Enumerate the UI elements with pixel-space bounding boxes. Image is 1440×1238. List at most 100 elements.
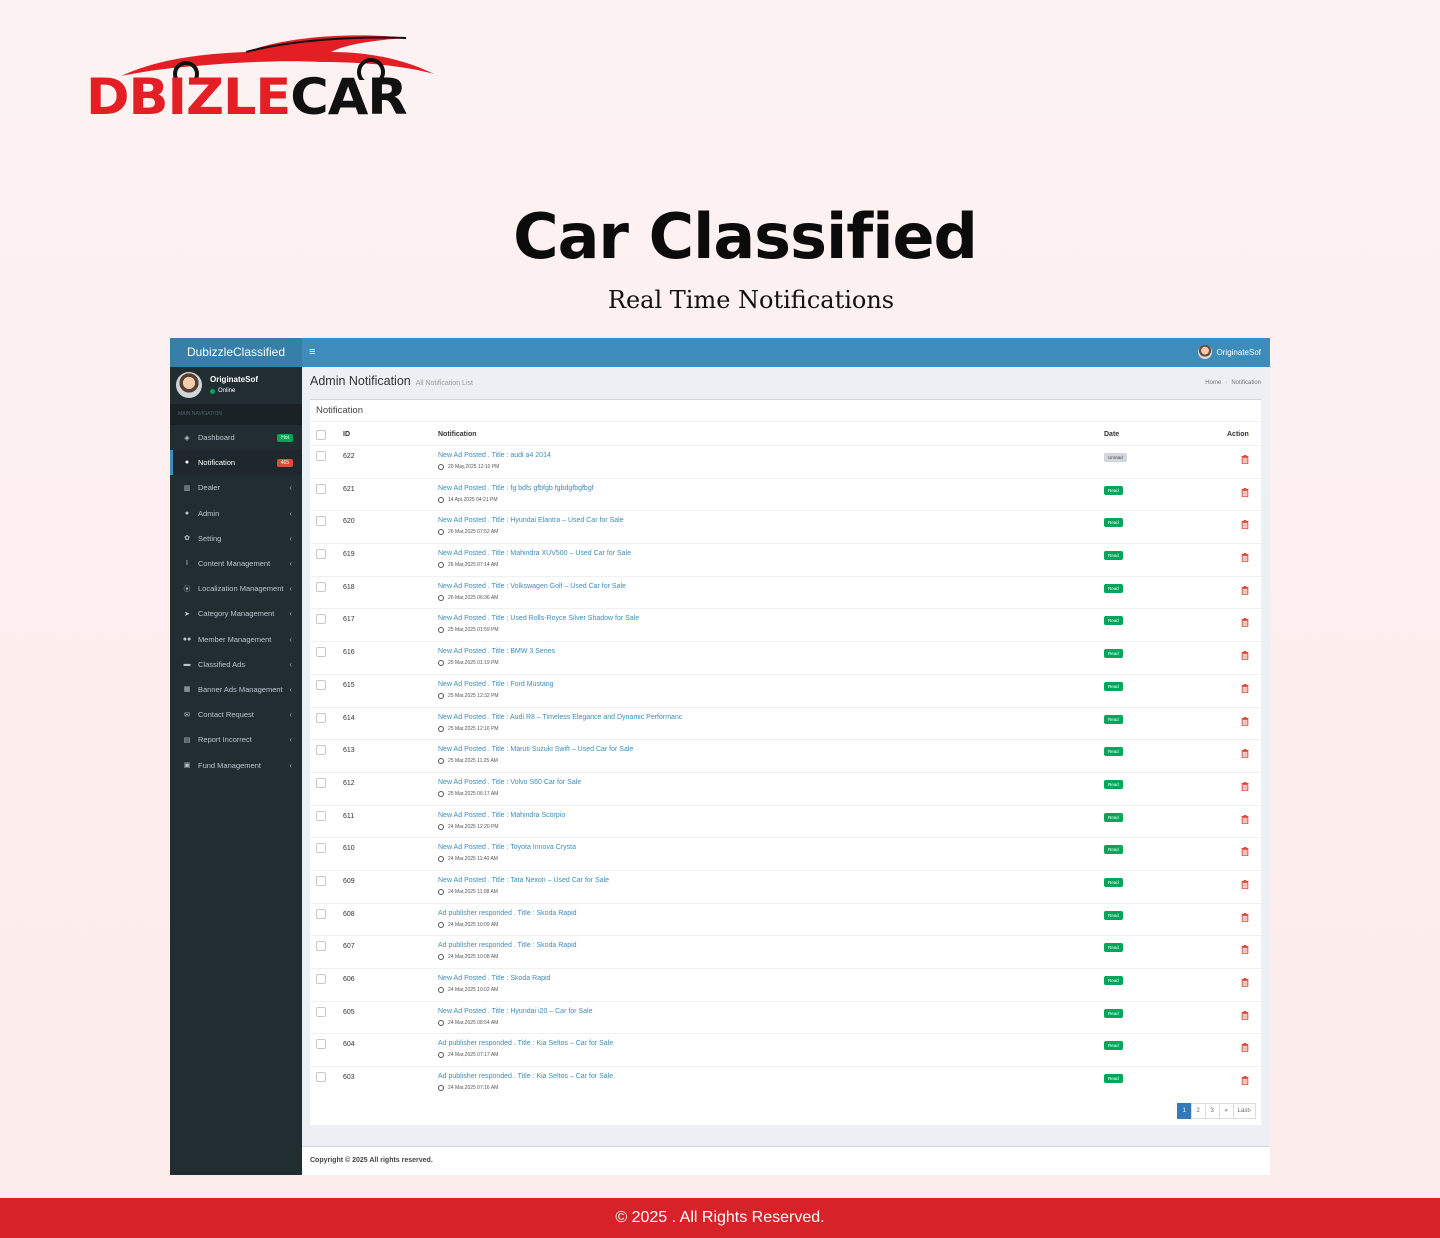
row-checkbox[interactable]	[316, 974, 326, 984]
notification-link[interactable]: Ad publisher responded . Title : Kia Sel…	[438, 1073, 613, 1080]
notification-link[interactable]: New Ad Posted . Title : BMW 3 Series	[438, 648, 555, 655]
notification-link[interactable]: New Ad Posted . Title : Hyundai Elantra …	[438, 517, 624, 524]
trash-icon[interactable]	[1241, 647, 1249, 665]
sidebar-item-fund-management[interactable]: ▣ Fund Management ‹	[170, 752, 302, 777]
notification-time-label: 25 Mar,2025 12:16 PM	[448, 725, 499, 732]
trash-icon[interactable]	[1241, 1072, 1249, 1090]
trash-icon[interactable]	[1241, 484, 1249, 502]
pagination-item[interactable]: 1	[1176, 1103, 1192, 1119]
notification-link[interactable]: New Ad Posted . Title : Mahindra Scorpio	[438, 812, 565, 819]
user-icon: ●	[184, 509, 190, 517]
row-checkbox[interactable]	[316, 745, 326, 756]
row-checkbox[interactable]	[316, 843, 326, 854]
trash-icon[interactable]	[1241, 941, 1249, 959]
notification-link[interactable]: New Ad Posted . Title : Mahindra XUV500 …	[438, 550, 631, 557]
notification-link[interactable]: New Ad Posted . Title : Tata Nexon – Use…	[438, 877, 609, 884]
sidebar-item-admin[interactable]: ● Admin ‹	[170, 501, 302, 526]
notification-link[interactable]: New Ad Posted . Title : Volvo S60 Car fo…	[438, 779, 581, 786]
sidebar-item-report-incorrect[interactable]: ▤ Report Incorrect ‹	[170, 727, 302, 752]
trash-icon[interactable]	[1241, 516, 1249, 534]
breadcrumb-home[interactable]: Home	[1205, 380, 1221, 386]
trash-icon[interactable]	[1241, 745, 1249, 763]
trash-icon[interactable]	[1241, 843, 1249, 861]
trash-icon[interactable]	[1241, 549, 1249, 567]
trash-icon[interactable]	[1241, 974, 1249, 992]
pagination-item[interactable]: 2	[1190, 1103, 1206, 1119]
table-row: 605 New Ad Posted . Title : Hyundai i20 –…	[310, 1000, 1261, 1034]
sidebar-item-dealer[interactable]: ▥ Dealer ‹	[170, 475, 302, 500]
pagination-item[interactable]: 3	[1204, 1103, 1220, 1119]
notification-link[interactable]: New Ad Posted . Title : Used Rolls-Royce…	[438, 615, 639, 622]
trash-icon[interactable]	[1241, 451, 1249, 469]
clock-icon	[438, 954, 444, 961]
trash-icon[interactable]	[1241, 713, 1249, 731]
notification-link[interactable]: New Ad Posted . Title : Maruti Suzuki Sw…	[438, 746, 633, 753]
page-subtitle: All Notification List	[415, 380, 473, 387]
notification-time: 24 Mar,2025 12:20 PM	[438, 823, 499, 830]
notification-link[interactable]: New Ad Posted . Title : Hyundai i20 – Ca…	[438, 1008, 592, 1015]
row-checkbox[interactable]	[316, 679, 326, 690]
notification-link[interactable]: New Ad Posted . Title : audi a4 2014	[438, 452, 551, 459]
sidebar-item-content-management[interactable]: I Content Management ‹	[170, 551, 302, 576]
row-checkbox[interactable]	[316, 1039, 326, 1050]
notification-time: 26 Mar,2025 06:36 AM	[438, 594, 498, 601]
row-checkbox[interactable]	[316, 810, 326, 821]
notification-link[interactable]: Ad publisher responded . Title : Skoda R…	[438, 910, 577, 917]
hamburger-icon[interactable]: ≡	[309, 338, 315, 367]
notification-link[interactable]: Ad publisher responded . Title : Skoda R…	[438, 942, 577, 949]
notification-link[interactable]: New Ad Posted . Title : Ford Mustang	[438, 681, 554, 688]
sidebar-item-banner-ads-management[interactable]: ▦ Banner Ads Management ‹	[170, 677, 302, 702]
trash-icon[interactable]	[1241, 909, 1249, 927]
row-checkbox[interactable]	[316, 549, 326, 560]
row-id: 621	[343, 485, 355, 493]
row-checkbox[interactable]	[316, 614, 326, 625]
row-checkbox[interactable]	[316, 516, 326, 527]
row-id: 604	[343, 1041, 355, 1049]
clock-icon	[438, 856, 444, 863]
notification-link[interactable]: New Ad Posted . Title : Audi R8 – Timele…	[438, 714, 682, 721]
trash-icon[interactable]	[1241, 1007, 1249, 1025]
clock-icon	[438, 921, 444, 928]
trash-icon[interactable]	[1241, 876, 1249, 894]
top-user-menu[interactable]: OriginateSof	[1197, 345, 1261, 359]
notification-link[interactable]: New Ad Posted . Title : Volkswagen Golf …	[438, 583, 626, 590]
row-checkbox[interactable]	[316, 451, 326, 461]
row-checkbox[interactable]	[316, 908, 326, 919]
sidebar-item-member-management[interactable]: ●● Member Management ‹	[170, 627, 302, 652]
notification-link[interactable]: Ad publisher responded . Title : Kia Sel…	[438, 1040, 613, 1047]
row-checkbox[interactable]	[316, 875, 326, 886]
select-all-checkbox[interactable]	[316, 430, 326, 440]
content-header: Admin Notification All Notification List	[310, 374, 473, 388]
row-checkbox[interactable]	[316, 941, 326, 952]
trash-icon[interactable]	[1241, 582, 1249, 600]
trash-icon[interactable]	[1241, 680, 1249, 698]
trash-icon[interactable]	[1241, 1039, 1249, 1057]
sidebar-item-contact-request[interactable]: ✉ Contact Request ‹	[170, 702, 302, 727]
notification-time-label: 26 Mar,2025 07:52 AM	[448, 529, 499, 536]
sidebar-item-localization-management[interactable]: ⦿ Localization Management ‹	[170, 576, 302, 601]
status-badge: Read	[1104, 943, 1123, 953]
sidebar-item-notification[interactable]: ● Notification 465	[170, 450, 302, 476]
sidebar-item-dashboard[interactable]: ◈ Dashboard Hot	[170, 425, 302, 450]
sidebar-item-category-management[interactable]: ➤ Category Management ‹	[170, 601, 302, 626]
admin-app-name[interactable]: DubizzleClassified	[170, 338, 302, 367]
notification-link[interactable]: New Ad Posted . Title : Skoda Rapid	[438, 975, 550, 982]
row-checkbox[interactable]	[316, 712, 326, 723]
row-checkbox[interactable]	[316, 483, 326, 494]
table-row: 619 New Ad Posted . Title : Mahindra XUV5…	[310, 543, 1261, 576]
notification-link[interactable]: New Ad Posted . Title : Toyota Innova Cr…	[438, 844, 576, 851]
envelope-icon: ✉	[184, 711, 190, 719]
row-checkbox[interactable]	[316, 1072, 326, 1083]
trash-icon[interactable]	[1241, 614, 1249, 632]
pagination-item[interactable]: »	[1218, 1103, 1234, 1119]
sidebar-item-setting[interactable]: ✿ Setting ‹	[170, 526, 302, 551]
trash-icon[interactable]	[1241, 778, 1249, 796]
row-checkbox[interactable]	[316, 581, 326, 592]
pagination-item[interactable]: Last›	[1232, 1103, 1256, 1119]
sidebar-item-classified-ads[interactable]: ▬ Classified Ads ‹	[170, 652, 302, 677]
row-checkbox[interactable]	[316, 777, 326, 788]
row-checkbox[interactable]	[316, 1006, 326, 1017]
trash-icon[interactable]	[1241, 811, 1249, 829]
row-checkbox[interactable]	[316, 647, 326, 658]
notification-link[interactable]: New Ad Posted . Title : fg bdfs gfbfgb f…	[438, 485, 594, 492]
